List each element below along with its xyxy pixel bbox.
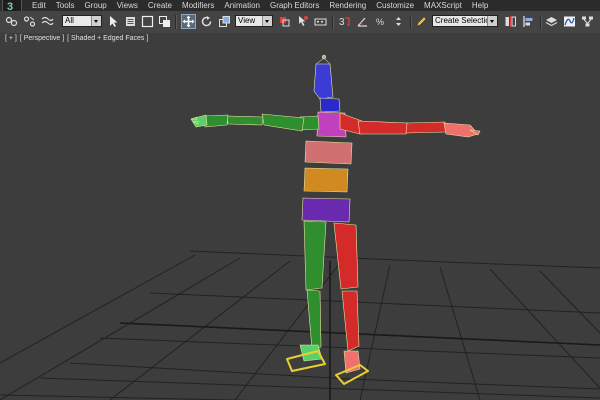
schematic-icon [582,16,593,27]
toolbar-divider [540,15,542,29]
rotate-icon [201,16,212,27]
chevron-down-icon [487,16,497,26]
toolbar-divider [332,15,334,29]
window-crossing-button[interactable] [157,14,172,29]
link-icon [5,16,18,27]
move-arrows-icon [182,15,195,28]
menu-edit[interactable]: Edit [32,0,46,11]
list-icon [126,17,135,26]
biped-spine[interactable] [304,140,353,165]
window-crossing-icon [159,16,170,27]
menu-items: Edit Tools Group Views Create Modifiers … [22,0,488,11]
viewport-label[interactable]: [ + ] [ Perspective ] [ Shaded + Edged F… [5,35,149,42]
select-and-scale-button[interactable] [217,14,232,29]
unlink-selection-button[interactable] [22,14,37,29]
menu-customize[interactable]: Customize [376,0,414,11]
menu-animation[interactable]: Animation [224,0,260,11]
curve-editor-button[interactable] [562,14,577,29]
perspective-viewport[interactable]: [ + ] [ Perspective ] [ Shaded + Edged F… [0,33,600,400]
layers-icon [545,17,558,27]
chevron-down-icon [262,16,272,26]
selection-filter-value: All [65,16,74,25]
viewport-menu-plus[interactable]: [ + ] [5,35,17,42]
menu-rendering[interactable]: Rendering [329,0,366,11]
menu-tools[interactable]: Tools [56,0,75,11]
unlink-icon [23,16,36,27]
rectangular-selection-button[interactable] [140,14,155,29]
menu-bar: 3 Edit Tools Group Views Create Modifier… [0,0,600,13]
angle-snap-icon [357,17,367,27]
toolbar-divider [410,15,412,29]
spinner-snap-toggle-button[interactable] [391,14,406,29]
curve-editor-icon [564,16,575,27]
schematic-view-button[interactable] [580,14,595,29]
cursor-arrow-icon [110,16,118,27]
snaps-toggle-button[interactable]: 3 [337,14,352,29]
use-pivot-point-center-button[interactable] [277,14,292,29]
viewport-scene[interactable] [0,33,600,400]
biped-head[interactable] [313,54,334,100]
select-and-move-button[interactable] [181,14,196,29]
pivot-center-icon [280,17,290,27]
space-warp-icon [41,16,54,26]
biped-right-hand[interactable] [443,122,481,138]
snap-label: 3 [339,17,345,28]
biped-character[interactable] [190,54,481,385]
select-and-rotate-button[interactable] [199,14,214,29]
align-icon [523,16,533,27]
percent-snap-icon: % [376,17,384,27]
biped-pelvis[interactable] [301,197,351,223]
align-button[interactable] [521,14,536,29]
select-and-manipulate-button[interactable] [295,14,310,29]
named-selection-set-dropdown[interactable]: Create Selection Se [432,15,498,27]
mirror-icon [505,16,516,27]
viewport-point-of-view[interactable]: [ Perspective ] [20,35,64,42]
select-object-button[interactable] [106,14,121,29]
keyboard-icon [314,18,327,26]
keyboard-shortcut-override-button[interactable] [313,14,328,29]
biped-neck[interactable] [319,97,341,113]
select-and-link-button[interactable] [4,14,19,29]
viewport-shading-mode[interactable]: [ Shaded + Edged Faces ] [67,35,148,42]
layer-manager-button[interactable] [544,14,559,29]
edit-named-selection-sets-button[interactable] [414,14,429,29]
home-grid [0,250,600,400]
menu-maxscript[interactable]: MAXScript [424,0,462,11]
menu-graph-editors[interactable]: Graph Editors [270,0,319,11]
menu-modifiers[interactable]: Modifiers [182,0,214,11]
scale-icon [219,16,230,27]
menu-group[interactable]: Group [84,0,106,11]
biped-abdomen[interactable] [303,167,349,193]
toolbar-divider [175,15,177,29]
manipulate-icon [299,16,308,26]
biped-left-arm[interactable] [190,113,320,132]
angle-snap-toggle-button[interactable] [355,14,370,29]
menu-create[interactable]: Create [148,0,172,11]
main-toolbar: All View 3 % Create Selection [0,11,600,34]
rectangle-selection-icon [141,15,154,28]
percent-snap-label: % [376,17,384,27]
menu-help[interactable]: Help [472,0,488,11]
biped-left-foot[interactable] [286,344,326,372]
menu-views[interactable]: Views [117,0,138,11]
reference-coordinate-value: View [238,16,256,25]
pencil-icon [416,16,427,27]
magnet-snap-icon: 3 [339,17,350,28]
selection-filter-dropdown[interactable]: All [62,15,102,27]
chevron-down-icon [91,16,101,26]
biped-right-leg[interactable] [333,222,369,385]
select-by-name-button[interactable] [123,14,138,29]
reference-coordinate-dropdown[interactable]: View [235,15,273,27]
mirror-button[interactable] [503,14,518,29]
spinner-snap-icon [396,17,401,26]
biped-left-hand[interactable] [190,114,208,128]
biped-left-leg[interactable] [286,220,327,372]
percent-snap-toggle-button[interactable]: % [373,14,388,29]
bind-to-space-warp-button[interactable] [40,14,55,29]
biped-right-arm[interactable] [339,112,481,138]
